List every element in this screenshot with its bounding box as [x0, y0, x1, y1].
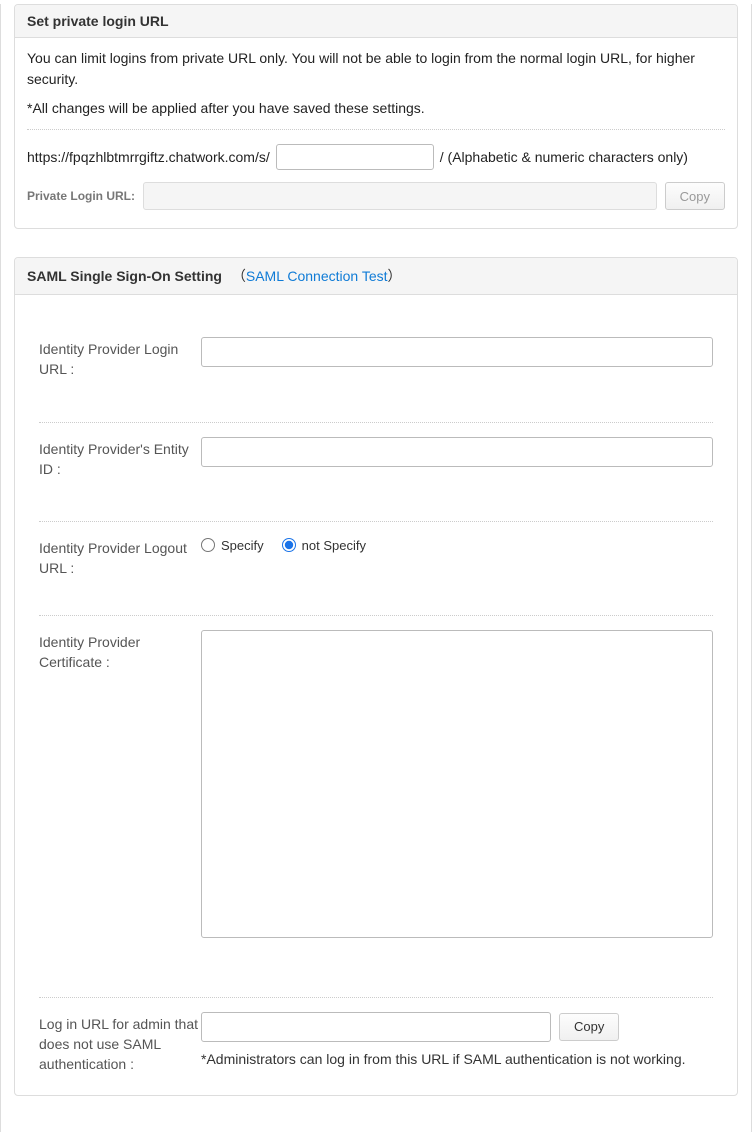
private-url-output[interactable] — [143, 182, 657, 210]
not-specify-text: not Specify — [302, 538, 366, 553]
saml-header: SAML Single Sign-On Setting （SAML Connec… — [15, 258, 737, 295]
private-login-title: Set private login URL — [27, 13, 169, 29]
idp-login-url-input[interactable] — [201, 337, 713, 367]
saml-link-wrapper: （SAML Connection Test） — [232, 268, 402, 284]
specify-text: Specify — [221, 538, 264, 553]
idp-entity-id-label: Identity Provider's Entity ID : — [39, 437, 201, 480]
not-specify-radio-label[interactable]: not Specify — [282, 538, 366, 553]
copy-private-url-button[interactable]: Copy — [665, 182, 725, 210]
url-slug-input[interactable] — [276, 144, 434, 170]
separator — [27, 129, 725, 130]
url-suffix-text: / (Alphabetic & numeric characters only) — [440, 147, 688, 168]
private-login-desc: You can limit logins from private URL on… — [27, 48, 725, 90]
idp-certificate-textarea[interactable] — [201, 630, 713, 938]
admin-login-note: *Administrators can log in from this URL… — [201, 1050, 713, 1070]
admin-login-url-input[interactable] — [201, 1012, 551, 1042]
not-specify-radio[interactable] — [282, 538, 296, 552]
private-url-label: Private Login URL: — [27, 187, 135, 205]
idp-logout-url-label: Identity Provider Logout URL : — [39, 536, 201, 579]
specify-radio-label[interactable]: Specify — [201, 538, 264, 553]
url-prefix-text: https://fpqzhlbtmrrgiftz.chatwork.com/s/ — [27, 147, 270, 168]
private-login-header: Set private login URL — [15, 5, 737, 38]
private-login-note: *All changes will be applied after you h… — [27, 98, 725, 119]
idp-login-url-label: Identity Provider Login URL : — [39, 337, 201, 380]
copy-admin-url-button[interactable]: Copy — [559, 1013, 619, 1041]
saml-connection-test-link[interactable]: SAML Connection Test — [246, 268, 388, 284]
saml-panel: SAML Single Sign-On Setting （SAML Connec… — [14, 257, 738, 1096]
private-login-panel: Set private login URL You can limit logi… — [14, 4, 738, 229]
idp-certificate-label: Identity Provider Certificate : — [39, 630, 201, 673]
idp-entity-id-input[interactable] — [201, 437, 713, 467]
saml-title: SAML Single Sign-On Setting — [27, 268, 222, 284]
specify-radio[interactable] — [201, 538, 215, 552]
admin-login-url-label: Log in URL for admin that does not use S… — [39, 1012, 201, 1075]
